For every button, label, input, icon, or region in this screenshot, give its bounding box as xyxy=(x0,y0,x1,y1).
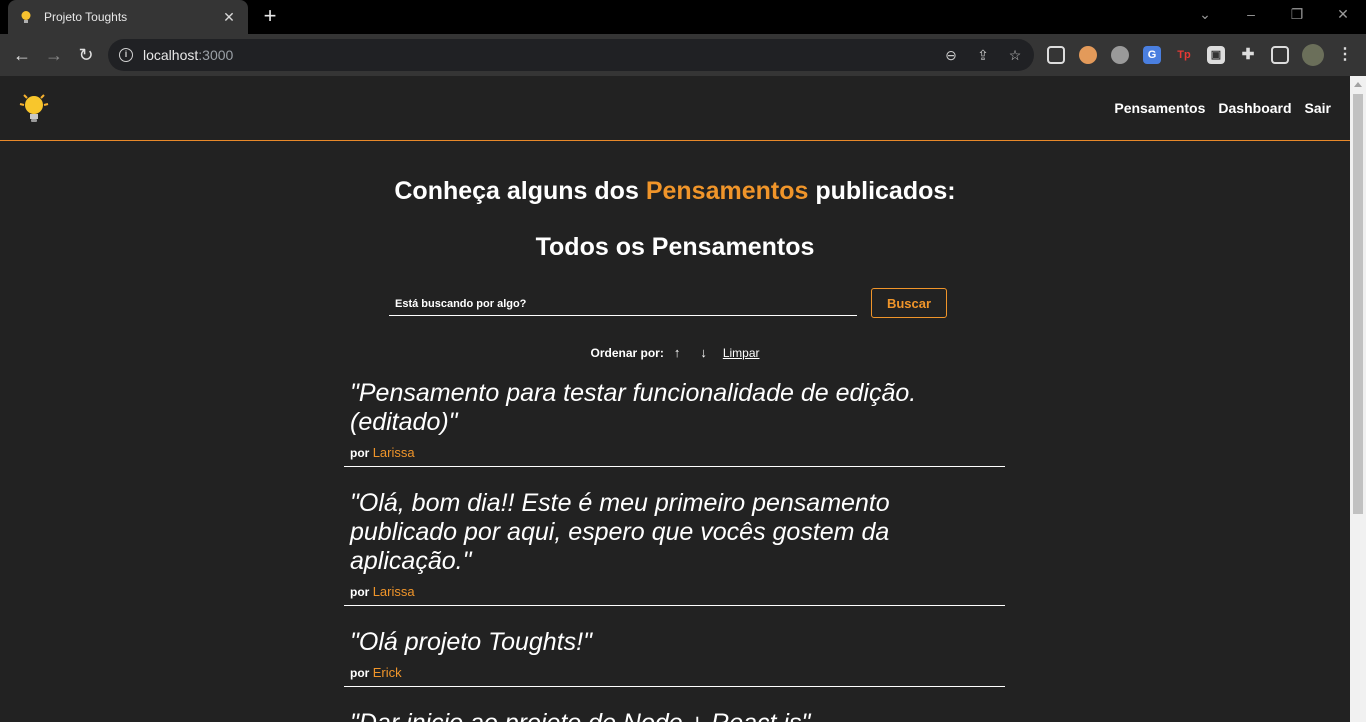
order-controls: Ordenar por: ↑ ↓ Limpar xyxy=(0,345,1350,360)
zoom-icon[interactable]: ⊖ xyxy=(942,46,960,64)
side-panel-icon[interactable] xyxy=(1271,46,1289,64)
nav-link-pensamentos[interactable]: Pensamentos xyxy=(1114,100,1205,116)
order-asc-icon[interactable]: ↑ xyxy=(674,345,681,360)
profile-avatar[interactable] xyxy=(1302,44,1324,66)
back-icon[interactable]: ← xyxy=(10,43,34,67)
bookmark-star-icon[interactable]: ☆ xyxy=(1006,46,1024,64)
title-suffix: publicados: xyxy=(808,177,956,205)
thought-card: "Dar inicio ao projeto de Node + React.j… xyxy=(344,709,1005,722)
thought-card: "Pensamento para testar funcionalidade d… xyxy=(344,379,1005,467)
thought-text: "Dar inicio ao projeto de Node + React.j… xyxy=(350,709,999,722)
thought-card: "Olá, bom dia!! Este é meu primeiro pens… xyxy=(344,489,1005,606)
search-input[interactable] xyxy=(389,292,857,316)
search-button[interactable]: Buscar xyxy=(871,288,947,318)
close-window-icon[interactable]: ✕ xyxy=(1331,6,1355,23)
author-prefix: por xyxy=(350,585,370,599)
thought-text: "Pensamento para testar funcionalidade d… xyxy=(350,379,917,436)
lightbulb-logo-icon[interactable] xyxy=(16,90,52,126)
nav-link-sair[interactable]: Sair xyxy=(1305,100,1331,116)
browser-toolbar: ← → ↻ i localhost:3000 ⊖ ⇪ ☆ G Tp ▣ ✚ ⋮ xyxy=(0,34,1366,76)
browser-tabbar: Projeto Toughts ✕ + ⌄ – ❐ ✕ xyxy=(0,0,1366,34)
clear-order-link[interactable]: Limpar xyxy=(723,346,760,360)
url-host: localhost xyxy=(143,47,199,63)
scroll-up-icon[interactable] xyxy=(1354,82,1362,87)
scroll-thumb[interactable] xyxy=(1353,94,1363,514)
url-port: :3000 xyxy=(198,47,234,63)
author-name: Larissa xyxy=(372,584,415,599)
thought-author: por Larissa xyxy=(350,584,999,605)
title-accent: Pensamentos xyxy=(645,177,809,205)
extension-hedgehog-icon[interactable] xyxy=(1111,46,1129,64)
close-tab-icon[interactable]: ✕ xyxy=(220,9,238,26)
forward-icon[interactable]: → xyxy=(42,43,66,67)
browser-menu-icon[interactable]: ⋮ xyxy=(1336,46,1354,64)
author-name: Erick xyxy=(372,665,402,680)
author-prefix: por xyxy=(350,666,370,680)
tab-search-icon[interactable]: ⌄ xyxy=(1193,6,1217,23)
order-label: Ordenar por: xyxy=(590,345,664,360)
author-name: Larissa xyxy=(372,445,415,460)
extension-shield-icon[interactable]: ▣ xyxy=(1207,46,1225,64)
new-tab-icon[interactable]: + xyxy=(258,5,282,27)
extensions-puzzle-icon[interactable]: ✚ xyxy=(1239,46,1257,64)
tab-title: Projeto Toughts xyxy=(44,10,128,24)
thought-text: "Olá projeto Toughts!" xyxy=(350,628,592,656)
thought-text: "Olá, bom dia!! Este é meu primeiro pens… xyxy=(350,489,890,575)
thought-card: "Olá projeto Toughts!" por Erick xyxy=(344,628,1005,687)
google-translate-icon[interactable]: G xyxy=(1143,46,1161,64)
thought-author: por Erick xyxy=(350,665,999,686)
site-info-icon[interactable]: i xyxy=(119,48,133,62)
lightbulb-icon xyxy=(21,11,31,23)
reload-icon[interactable]: ↻ xyxy=(74,43,98,67)
site-navbar: Pensamentos Dashboard Sair xyxy=(0,76,1350,141)
title-prefix: Conheça alguns dos xyxy=(394,177,646,205)
minimize-icon[interactable]: – xyxy=(1239,6,1263,22)
site-nav-links: Pensamentos Dashboard Sair xyxy=(1114,100,1331,116)
picture-in-picture-icon[interactable] xyxy=(1047,46,1065,64)
browser-tab[interactable]: Projeto Toughts ✕ xyxy=(8,0,248,34)
extension-tp-icon[interactable]: Tp xyxy=(1175,46,1193,64)
page-title: Conheça alguns dos Pensamentos publicado… xyxy=(0,177,1350,206)
nav-link-dashboard[interactable]: Dashboard xyxy=(1218,100,1291,116)
address-bar[interactable]: i localhost:3000 ⊖ ⇪ ☆ xyxy=(108,39,1034,71)
extension-owl-icon[interactable] xyxy=(1079,46,1097,64)
page: Pensamentos Dashboard Sair Conheça algun… xyxy=(0,76,1350,722)
thought-author: por Larissa xyxy=(350,445,999,466)
order-desc-icon[interactable]: ↓ xyxy=(700,345,707,360)
restore-icon[interactable]: ❐ xyxy=(1285,6,1309,23)
section-title: Todos os Pensamentos xyxy=(535,233,815,261)
author-prefix: por xyxy=(350,446,370,460)
share-icon[interactable]: ⇪ xyxy=(974,46,992,64)
page-scrollbar[interactable] xyxy=(1350,76,1366,722)
